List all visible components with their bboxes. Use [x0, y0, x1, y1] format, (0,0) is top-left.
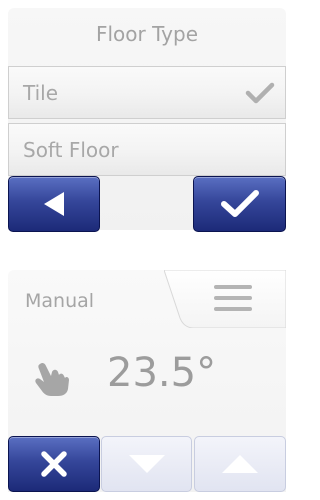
temperature-down-button[interactable]	[101, 436, 192, 492]
triangle-up-icon	[222, 455, 258, 473]
x-icon	[41, 451, 67, 477]
back-button[interactable]	[8, 176, 100, 232]
triangle-left-icon	[44, 192, 64, 216]
confirm-button[interactable]	[193, 176, 286, 232]
menu-tab[interactable]	[164, 270, 286, 328]
floor-option-label: Soft Floor	[23, 138, 119, 162]
check-icon	[245, 82, 275, 104]
temperature-display: 23.5°	[107, 350, 217, 396]
triangle-down-icon	[128, 455, 165, 473]
floor-option-tile[interactable]: Tile	[8, 66, 286, 119]
check-icon	[220, 190, 259, 217]
temperature-up-button[interactable]	[194, 436, 286, 492]
floor-option-label: Tile	[23, 81, 59, 105]
hamburger-menu-icon	[214, 285, 252, 311]
hand-icon	[35, 362, 69, 396]
floor-type-title: Floor Type	[95, 22, 199, 46]
cancel-button[interactable]	[8, 436, 100, 492]
floor-option-soft-floor[interactable]: Soft Floor	[8, 123, 286, 176]
mode-label: Manual	[25, 290, 95, 312]
